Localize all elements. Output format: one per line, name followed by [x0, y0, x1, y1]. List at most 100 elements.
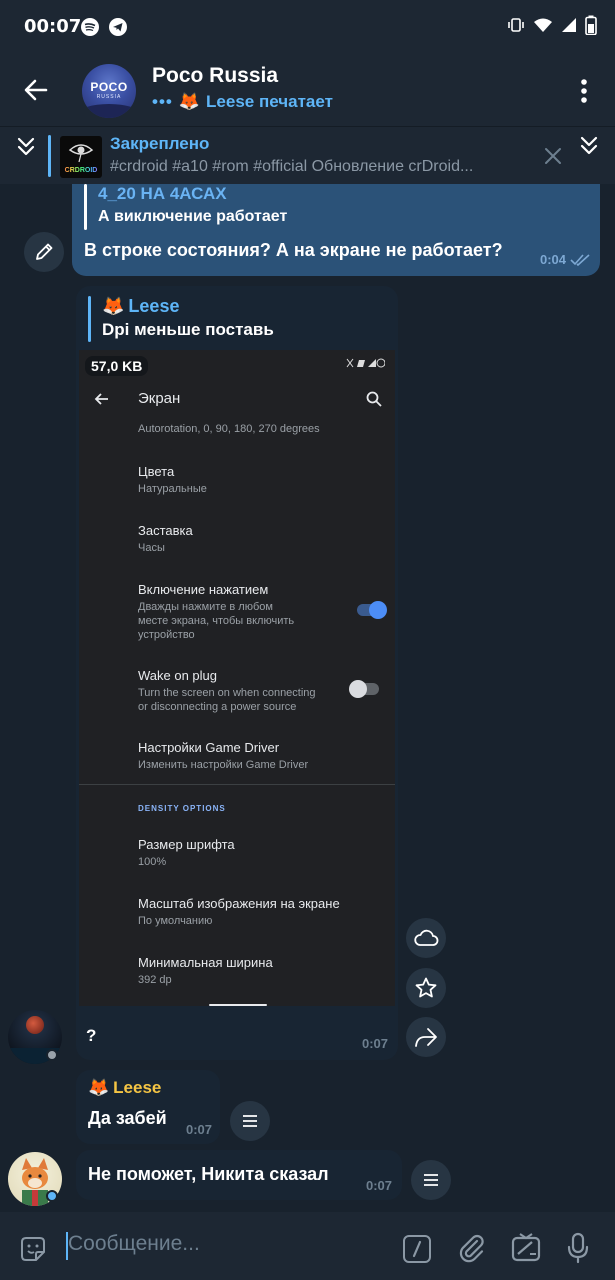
- search-icon: [365, 390, 383, 408]
- reply-quote-line: [88, 296, 91, 342]
- pinned-thumb-text: CRDROID: [60, 167, 102, 174]
- setting-title: Включение нажатием: [138, 582, 269, 597]
- message-text: Да забей: [88, 1108, 167, 1128]
- pinned-message-bar[interactable]: CRDROID Закреплено #crdroid #a10 #rom #o…: [0, 126, 615, 184]
- setting-subtitle: По умолчанию: [138, 915, 213, 927]
- bot-command-icon[interactable]: [402, 1234, 432, 1264]
- attached-screenshot[interactable]: 57,0 KB Экран Autorotation, 0, 90, 180, …: [79, 350, 395, 1006]
- sender-name[interactable]: 🦊 Leese: [88, 1078, 161, 1098]
- setting-subtitle: Autorotation, 0, 90, 180, 270 degrees: [138, 423, 320, 435]
- setting-title: Минимальная ширина: [138, 955, 273, 970]
- chevrons-down-icon[interactable]: [14, 135, 38, 159]
- gesture-bar: [209, 1004, 267, 1006]
- setting-display-size: Масштаб изображения на экране По умолчан…: [138, 896, 378, 928]
- menu-lines-icon: [242, 1114, 258, 1128]
- pinned-title: Закреплено: [110, 134, 210, 153]
- message-menu-button[interactable]: [230, 1101, 270, 1141]
- setting-title: Масштаб изображения на экране: [138, 896, 340, 911]
- pinned-text: #crdroid #a10 #rom #official Обновление …: [110, 158, 474, 175]
- screenshot-title: Экран: [138, 390, 181, 407]
- typing-status-text: Leese печатает: [206, 92, 333, 111]
- share-button[interactable]: [406, 1017, 446, 1057]
- message-time: 0:07: [365, 1178, 392, 1193]
- scroll-down-chevrons-icon[interactable]: [577, 134, 601, 158]
- microphone-icon[interactable]: [566, 1232, 590, 1264]
- file-size-badge: 57,0 KB: [85, 356, 149, 376]
- fox-emoji-icon: 🦊: [88, 1078, 110, 1097]
- message-time: 0:07: [361, 1036, 388, 1051]
- chat-title[interactable]: Poco Russia: [152, 64, 278, 88]
- setting-autorotation: Autorotation, 0, 90, 180, 270 degrees: [138, 422, 378, 436]
- reply-author[interactable]: 4_20 НА 4АСАХ: [98, 184, 227, 204]
- setting-min-width: Минимальная ширина 392 dp: [138, 955, 378, 987]
- setting-subtitle: or disconnecting a power source: [138, 701, 297, 713]
- status-left-icons: [80, 17, 128, 37]
- chat-header: POCO RUSSIA Poco Russia ••• 🦊 Leese печа…: [0, 54, 615, 126]
- sender-name-text: Leese: [113, 1078, 162, 1097]
- setting-subtitle: Изменить настройки Game Driver: [138, 759, 309, 771]
- more-menu-button[interactable]: [569, 74, 599, 108]
- message-input[interactable]: Сообщение...: [68, 1232, 200, 1256]
- setting-subtitle: Дважды нажмите в любом: [138, 601, 273, 613]
- setting-tap-to-wake: Включение нажатием Дважды нажмите в любо…: [138, 582, 378, 642]
- save-to-cloud-button[interactable]: [406, 918, 446, 958]
- section-header: DENSITY OPTIONS: [138, 804, 226, 813]
- pinned-thumbnail: CRDROID: [60, 136, 102, 178]
- favorite-button[interactable]: [406, 968, 446, 1008]
- signal-icon: [561, 16, 577, 34]
- setting-title: Настройки Game Driver: [138, 740, 280, 755]
- menu-lines-icon: [423, 1173, 439, 1187]
- setting-title: Wake on plug: [138, 668, 218, 683]
- avatar-subtext: RUSSIA: [96, 94, 122, 100]
- fox-emoji-icon: 🦊: [102, 296, 125, 316]
- setting-subtitle: Натуральные: [138, 483, 207, 495]
- setting-wake-on-plug: Wake on plug Turn the screen on when con…: [138, 668, 378, 714]
- reply-author[interactable]: 🦊 Leese: [102, 296, 179, 317]
- setting-subtitle: Turn the screen on when connecting: [138, 687, 316, 699]
- setting-subtitle: устройство: [138, 629, 195, 641]
- screenshot-toolbar: Экран: [79, 378, 395, 420]
- online-status-dot: [46, 1190, 58, 1202]
- setting-colors: Цвета Натуральные: [138, 464, 378, 496]
- typing-dots-icon: •••: [152, 92, 173, 111]
- message-menu-button[interactable]: [411, 1160, 451, 1200]
- message-outgoing[interactable]: 4_20 НА 4АСАХ А виключение работает В ст…: [72, 184, 600, 276]
- telegram-icon: [108, 17, 128, 37]
- group-avatar[interactable]: POCO RUSSIA: [82, 64, 136, 118]
- setting-subtitle: 392 dp: [138, 974, 172, 986]
- reply-text[interactable]: Dpi меньше поставь: [102, 320, 274, 340]
- screenshot-status-icons: [345, 358, 385, 368]
- message-input-bar: Сообщение...: [0, 1212, 615, 1280]
- tv-camera-icon[interactable]: [510, 1232, 544, 1264]
- back-button[interactable]: [18, 72, 54, 108]
- reply-quote-line: [84, 184, 87, 230]
- fox-emoji-icon: 🦊: [178, 92, 201, 111]
- photo-caption: ?: [86, 1026, 97, 1045]
- toggle-off: [349, 680, 379, 698]
- vibrate-icon: [507, 16, 525, 34]
- message-incoming[interactable]: Не поможет, Никита сказал 0:07: [76, 1150, 402, 1200]
- typing-status: ••• 🦊 Leese печатает: [152, 92, 333, 112]
- reply-text[interactable]: А виключение работает: [98, 208, 287, 226]
- setting-title: Заставка: [138, 523, 193, 538]
- close-pinned-icon[interactable]: [542, 145, 564, 167]
- message-time: 0:04: [539, 252, 566, 267]
- status-time: 00:07: [24, 16, 82, 37]
- status-right-icons: [507, 15, 597, 35]
- setting-subtitle: Часы: [138, 542, 165, 554]
- pencil-icon: [33, 241, 55, 263]
- star-icon: [414, 976, 438, 1000]
- sticker-smile-icon[interactable]: [18, 1234, 48, 1264]
- avatar-text: POCO: [90, 80, 128, 94]
- message-incoming[interactable]: 🦊 Leese Да забей 0:07: [76, 1070, 220, 1144]
- setting-screensaver: Заставка Часы: [138, 523, 378, 555]
- setting-game-driver: Настройки Game Driver Изменить настройки…: [138, 740, 378, 772]
- battery-icon: [585, 15, 597, 35]
- message-text: Не поможет, Никита сказал: [88, 1164, 329, 1184]
- arrow-left-icon: [93, 390, 111, 408]
- share-arrow-icon: [414, 1026, 438, 1048]
- attach-paperclip-icon[interactable]: [456, 1232, 488, 1264]
- message-incoming-photo[interactable]: 🦊 Leese Dpi меньше поставь 57,0 KB Экран…: [76, 286, 398, 1060]
- wifi-icon: [533, 16, 553, 34]
- edit-pencil-button[interactable]: [24, 232, 64, 272]
